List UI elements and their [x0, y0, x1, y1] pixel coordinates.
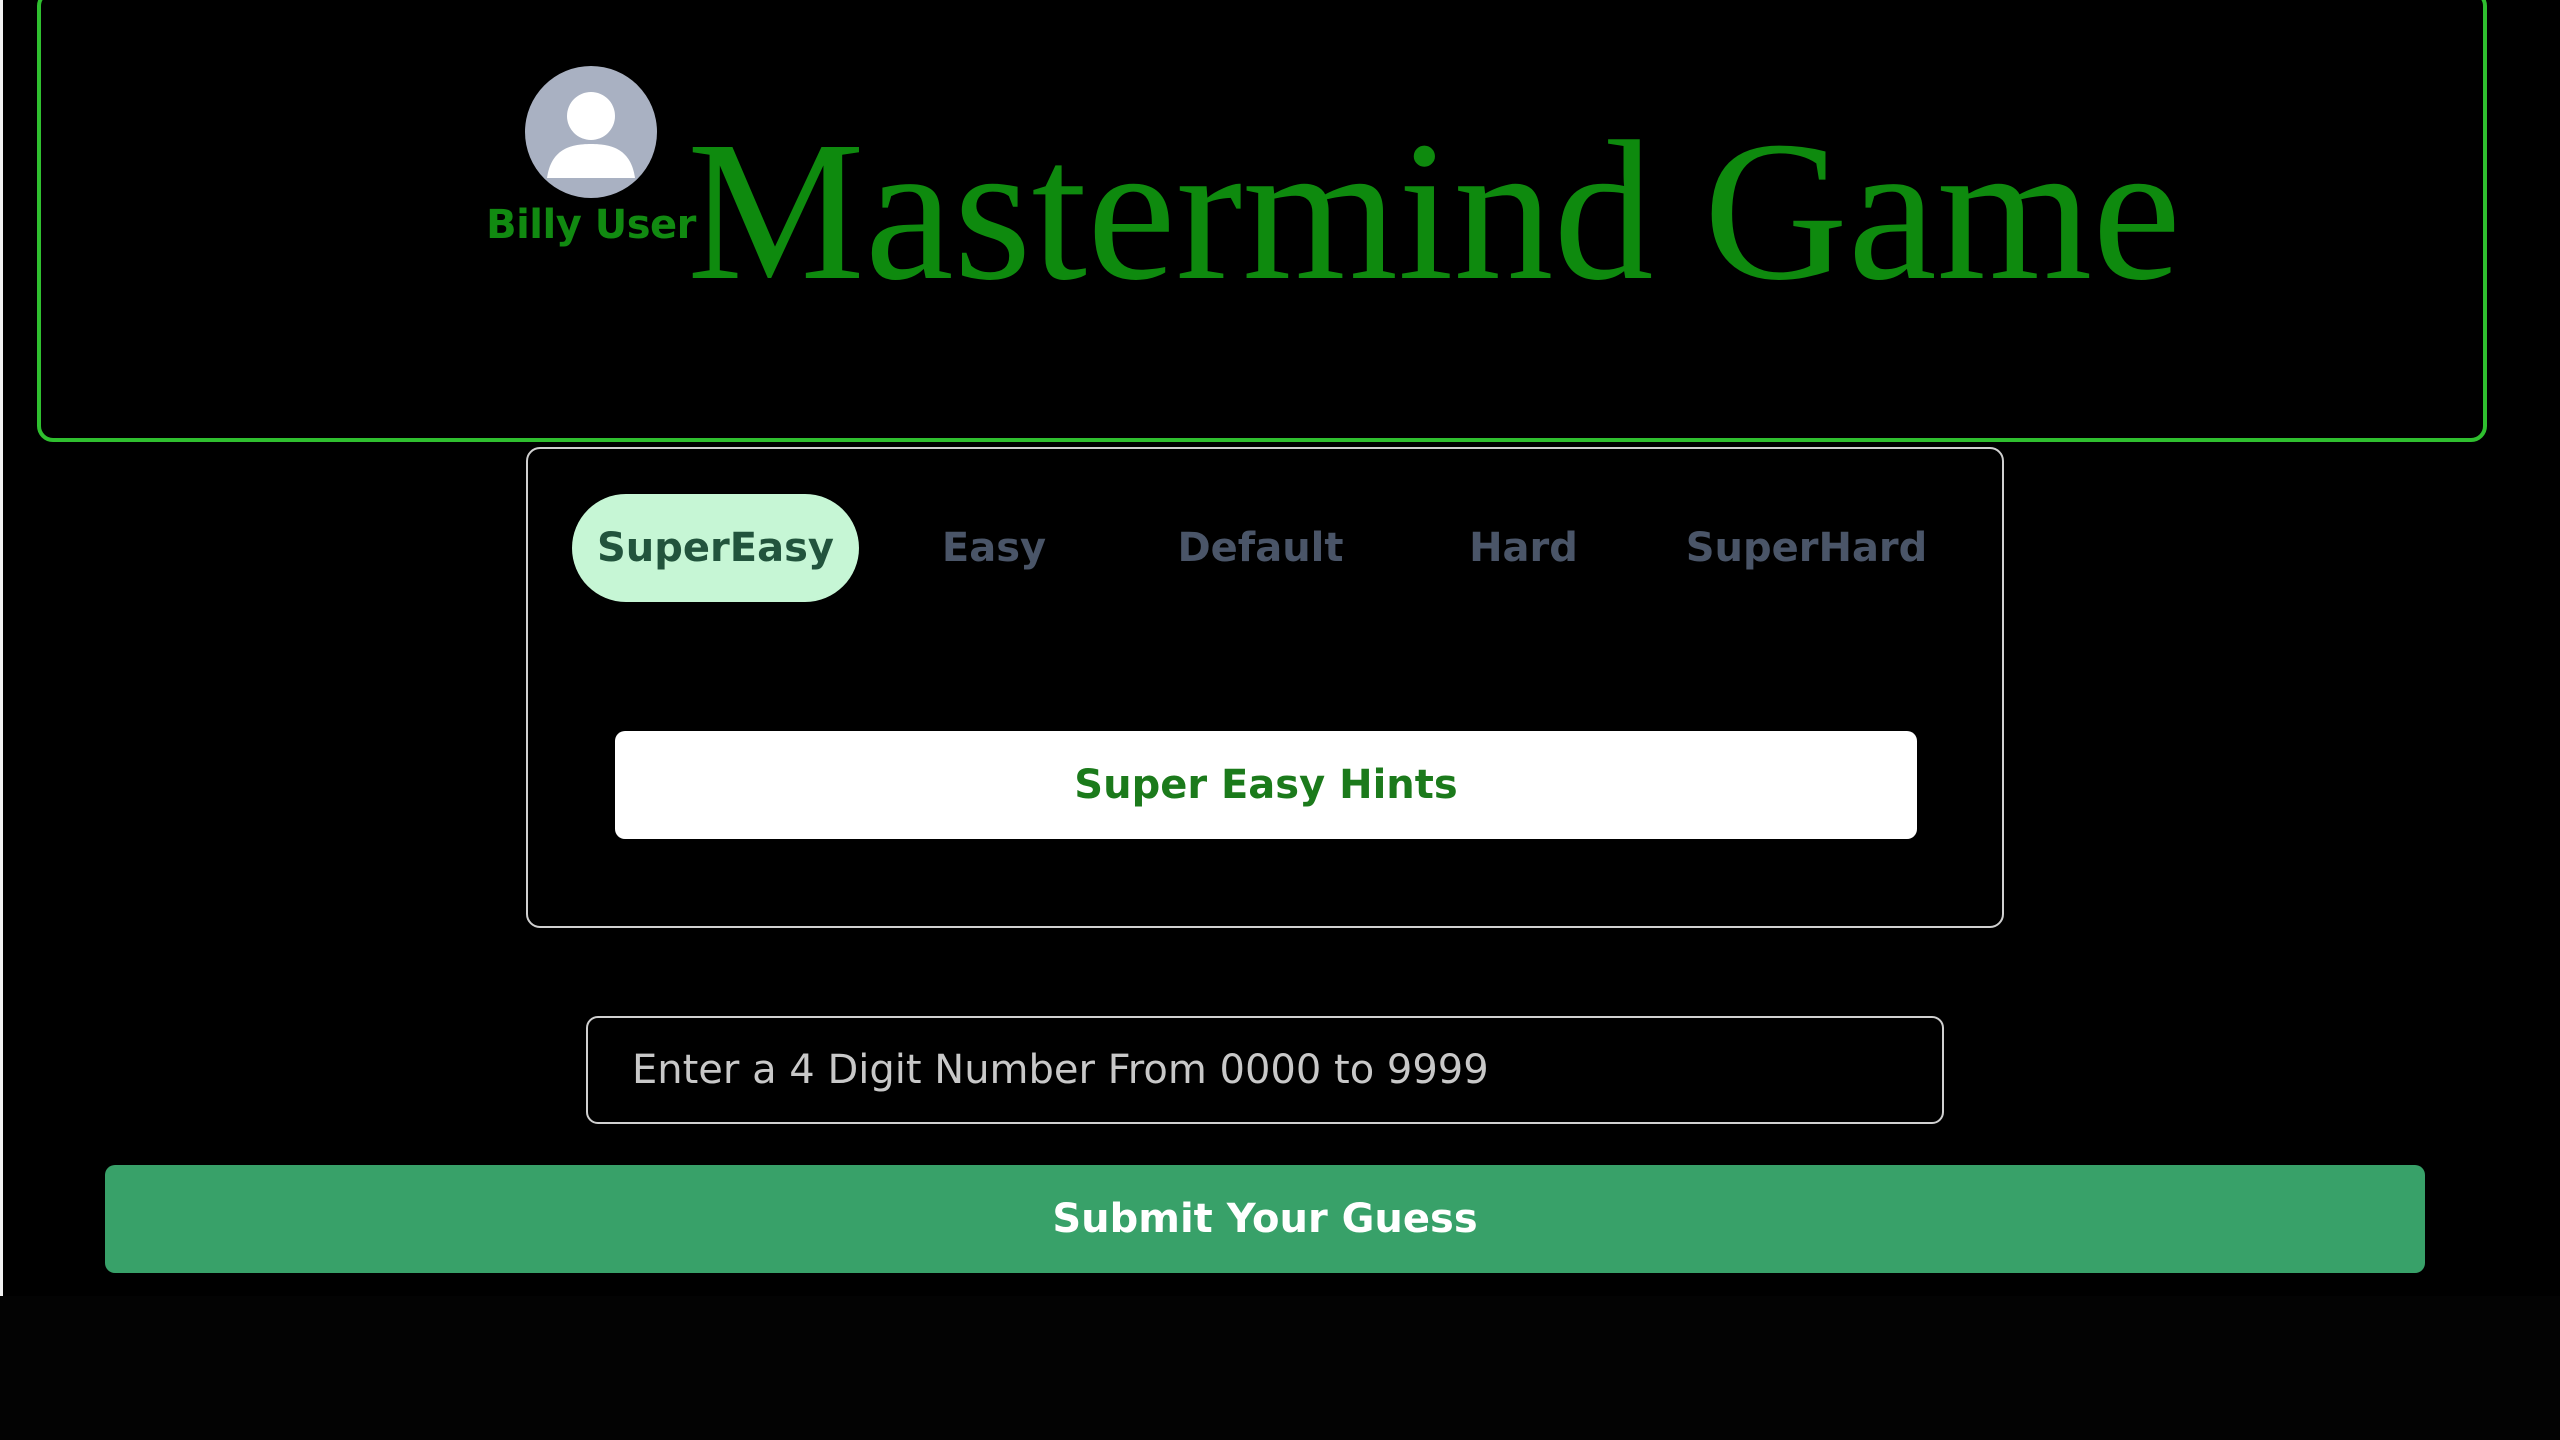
tab-hard[interactable]: Hard [1392, 494, 1655, 602]
window-edge [0, 0, 3, 1296]
app-root: Billy User Mastermind Game SuperEasy Eas… [0, 0, 2560, 1440]
tab-default[interactable]: Default [1129, 494, 1392, 602]
user-avatar-icon[interactable] [525, 66, 657, 198]
tab-easy[interactable]: Easy [859, 494, 1129, 602]
difficulty-tabs: SuperEasy Easy Default Hard SuperHard [572, 494, 1958, 602]
submit-guess-button[interactable]: Submit Your Guess [105, 1165, 2425, 1273]
user-name: Billy User [486, 202, 696, 248]
user-profile[interactable]: Billy User [486, 66, 696, 248]
hints-button[interactable]: Super Easy Hints [615, 731, 1917, 839]
bottom-area [0, 1296, 2560, 1440]
tab-superhard[interactable]: SuperHard [1655, 494, 1958, 602]
guess-input[interactable] [586, 1016, 1944, 1124]
tab-supereasy[interactable]: SuperEasy [572, 494, 859, 602]
difficulty-card: SuperEasy Easy Default Hard SuperHard Su… [526, 447, 2004, 928]
game-header: Billy User Mastermind Game [37, 0, 2487, 442]
page-title: Mastermind Game [687, 101, 2182, 322]
